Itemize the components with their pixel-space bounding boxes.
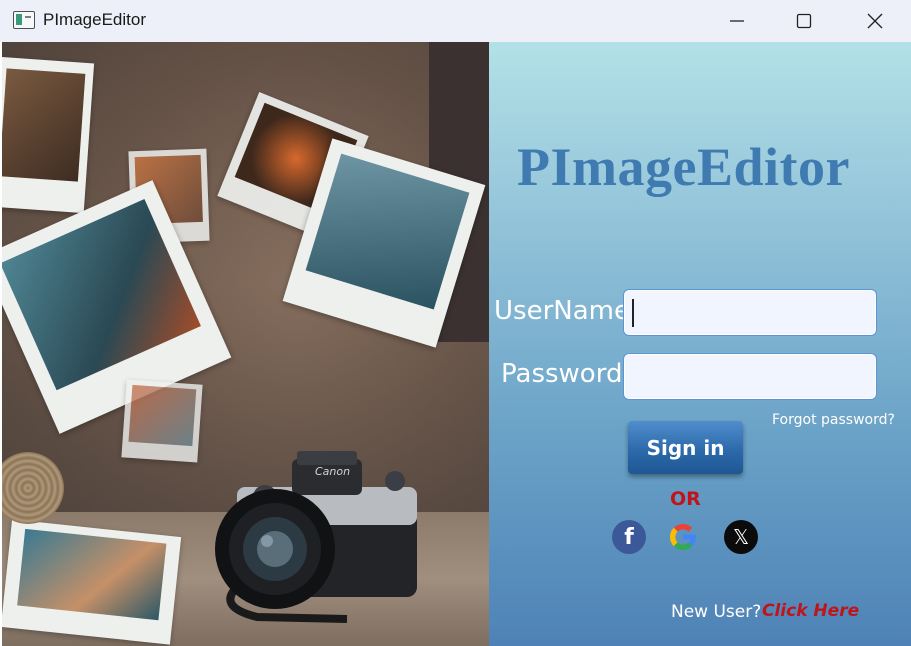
polaroid-photo — [121, 379, 203, 463]
facebook-icon: f — [624, 524, 634, 550]
x-login-button[interactable]: 𝕏 — [724, 520, 758, 554]
polaroid-photo — [2, 519, 182, 645]
polaroid-photo — [2, 56, 95, 214]
minimize-button[interactable] — [714, 0, 760, 42]
password-field[interactable] — [623, 353, 877, 400]
google-login-button[interactable]: G — [666, 520, 700, 554]
svg-text:Canon: Canon — [315, 465, 350, 478]
new-user-label: New User? — [671, 602, 762, 622]
forgot-password-link[interactable]: Forgot password? — [772, 412, 895, 428]
password-input[interactable] — [624, 354, 876, 399]
facebook-login-button[interactable]: f — [612, 520, 646, 554]
maximize-button[interactable] — [781, 0, 827, 42]
brand-title: PImageEditor — [517, 137, 850, 197]
or-separator: OR — [670, 488, 701, 510]
login-panel: PImageEditor UserName Password Forgot pa… — [489, 42, 911, 646]
click-here-link[interactable]: Click Here — [762, 601, 859, 621]
sign-in-button[interactable]: Sign in — [628, 421, 743, 474]
hero-photo: Canon — [2, 42, 489, 646]
window-title: PImageEditor — [43, 10, 146, 29]
username-field[interactable] — [623, 289, 877, 336]
x-icon: 𝕏 — [732, 525, 750, 549]
app-icon — [13, 11, 35, 29]
google-icon — [670, 524, 697, 550]
maximize-icon — [796, 13, 812, 29]
title-bar: PImageEditor — [0, 0, 911, 42]
username-input[interactable] — [624, 290, 876, 335]
username-label: UserName — [494, 296, 630, 326]
close-icon — [867, 13, 883, 29]
text-caret — [632, 299, 634, 327]
password-label: Password — [501, 359, 623, 389]
close-button[interactable] — [852, 0, 898, 42]
minimize-icon — [730, 20, 744, 22]
camera-illustration: Canon — [215, 451, 417, 623]
